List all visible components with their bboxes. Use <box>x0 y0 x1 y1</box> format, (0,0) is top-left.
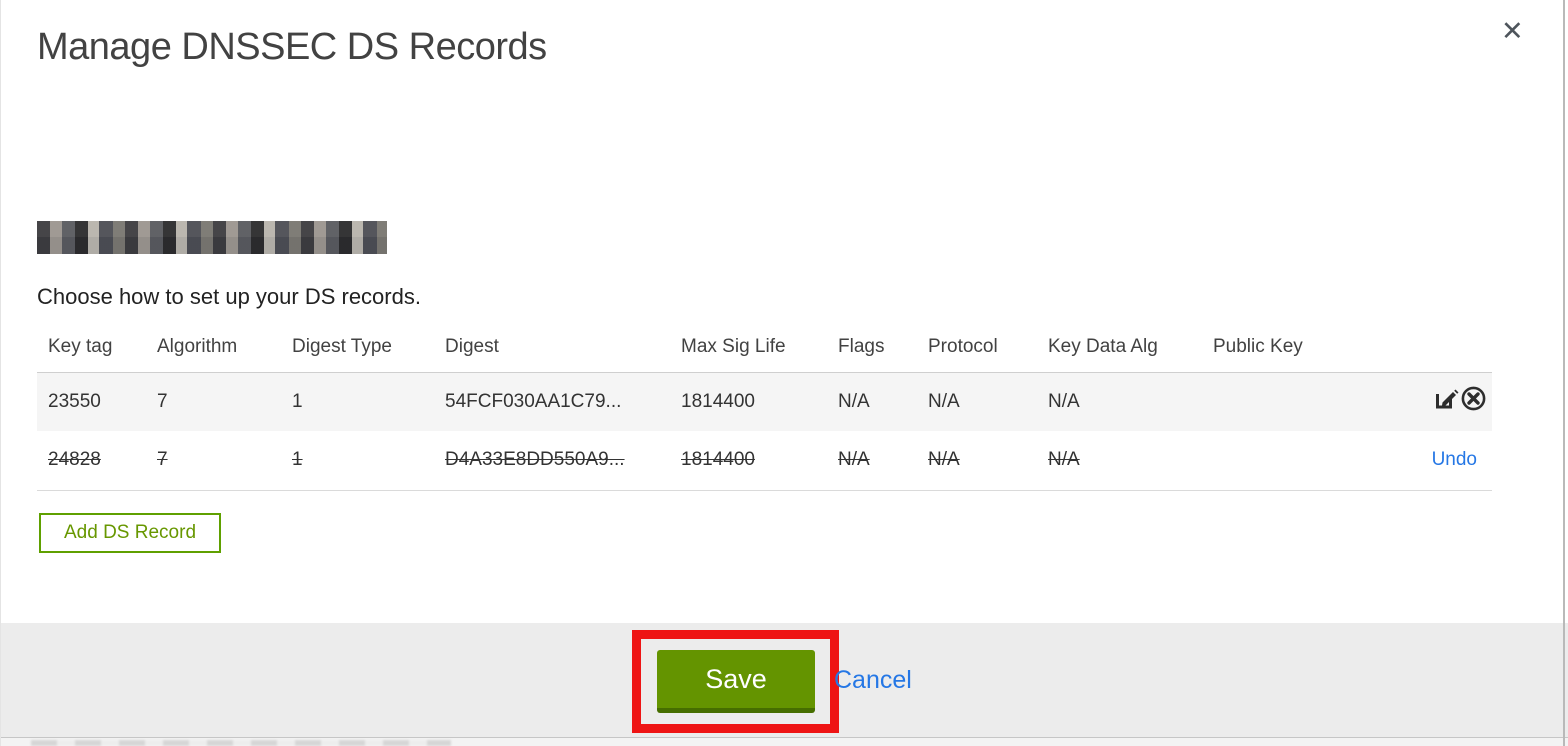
column-header-flags: Flags <box>838 335 885 357</box>
column-header-protocol: Protocol <box>928 335 998 357</box>
cell-digest: 54FCF030AA1C79... <box>445 371 681 431</box>
column-header-key-data-alg: Key Data Alg <box>1048 335 1158 357</box>
cell-protocol: N/A <box>928 371 1048 431</box>
column-header-key-tag: Key tag <box>48 335 113 357</box>
background-page-remnant <box>31 740 451 746</box>
manage-dnssec-ds-records-modal: Manage DNSSEC DS Records ✕ Choose how to… <box>0 0 1568 746</box>
redacted-domain-name <box>37 221 387 254</box>
cell-key-tag: 23550 <box>37 371 157 431</box>
table-row-deleted: 24828 7 1 D4A33E8DD550A9... 1814400 N/A … <box>37 431 1492 491</box>
column-header-actions <box>1370 328 1492 372</box>
cell-key-tag: 24828 <box>37 431 157 491</box>
cell-flags: N/A <box>838 371 928 431</box>
table-header-row: Key tag Algorithm Digest Type Digest Max… <box>37 328 1492 372</box>
cell-digest: D4A33E8DD550A9... <box>445 431 681 491</box>
add-ds-record-button[interactable]: Add DS Record <box>39 513 222 553</box>
column-header-digest: Digest <box>445 335 499 357</box>
column-header-digest-type: Digest Type <box>292 335 392 357</box>
cell-public-key <box>1213 371 1370 431</box>
undo-link[interactable]: Undo <box>1432 449 1487 470</box>
column-header-max-sig-life: Max Sig Life <box>681 335 786 357</box>
column-header-public-key: Public Key <box>1213 335 1303 357</box>
cell-algorithm: 7 <box>157 371 292 431</box>
cell-public-key <box>1213 431 1370 491</box>
page-title: Manage DNSSEC DS Records <box>37 26 547 68</box>
delete-circle-x-icon[interactable] <box>1460 385 1487 418</box>
cell-digest-type: 1 <box>292 431 445 491</box>
ds-records-table: Key tag Algorithm Digest Type Digest Max… <box>37 328 1492 491</box>
column-header-algorithm: Algorithm <box>157 335 238 357</box>
cancel-link[interactable]: Cancel <box>834 666 912 695</box>
cell-algorithm: 7 <box>157 431 292 491</box>
cell-max-sig-life: 1814400 <box>681 371 838 431</box>
cell-key-data-alg: N/A <box>1048 371 1213 431</box>
cell-digest-type: 1 <box>292 371 445 431</box>
cell-protocol: N/A <box>928 431 1048 491</box>
instruction-text: Choose how to set up your DS records. <box>37 284 421 309</box>
close-x-icon[interactable]: ✕ <box>1501 18 1524 45</box>
table-row: 23550 7 1 54FCF030AA1C79... 1814400 N/A … <box>37 371 1492 431</box>
save-button[interactable]: Save <box>657 650 815 713</box>
cell-key-data-alg: N/A <box>1048 431 1213 491</box>
background-page-strip <box>1 737 1568 746</box>
edit-icon[interactable] <box>1432 385 1459 418</box>
row-actions <box>1370 371 1492 431</box>
cell-max-sig-life: 1814400 <box>681 431 838 491</box>
cell-flags: N/A <box>838 431 928 491</box>
row-actions: Undo <box>1370 431 1492 491</box>
modal-right-border <box>1563 0 1565 746</box>
